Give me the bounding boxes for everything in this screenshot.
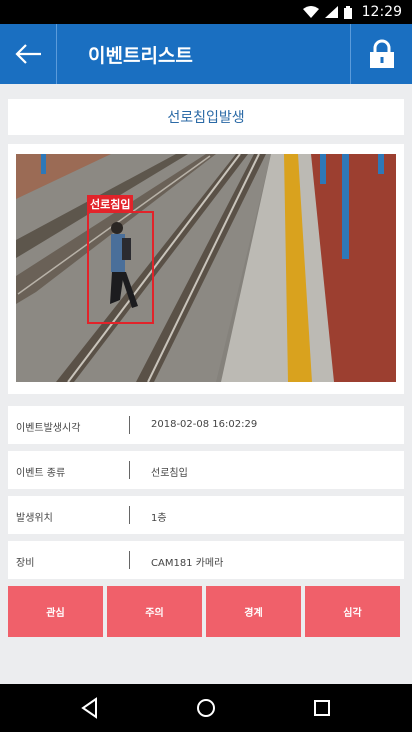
info-row-location: 발생위치 1층 [8, 496, 404, 534]
lock-button[interactable] [350, 24, 412, 84]
arrow-left-icon [15, 44, 41, 64]
info-row-device: 장비 CAM181 카메라 [8, 541, 404, 579]
level-serious-button[interactable]: 심각 [305, 586, 400, 637]
info-value: 2018-02-08 16:02:29 [151, 419, 258, 430]
info-row-time: 이벤트발생시각 2018-02-08 16:02:29 [8, 406, 404, 444]
app-bar: 이벤트리스트 [0, 24, 412, 84]
divider [129, 416, 130, 434]
level-alert-button[interactable]: 경계 [206, 586, 301, 637]
detection-label: 선로침입 [87, 195, 134, 213]
system-nav-bar [0, 684, 412, 732]
divider [129, 506, 130, 524]
level-caution-button[interactable]: 주의 [107, 586, 202, 637]
status-icons [303, 5, 352, 19]
battery-icon [344, 5, 352, 19]
info-row-type: 이벤트 종류 선로침입 [8, 451, 404, 489]
level-buttons: 관심 주의 경계 심각 [8, 586, 400, 637]
info-value: CAM181 카메라 [151, 558, 224, 569]
event-type-header: 선로침입발생 [8, 99, 404, 135]
info-label: 이벤트발생시각 [16, 423, 81, 434]
recents-square-icon[interactable] [310, 696, 334, 720]
divider [129, 461, 130, 479]
signal-icon [325, 6, 338, 18]
event-type-title: 선로침입발생 [167, 110, 245, 126]
level-interest-button[interactable]: 관심 [8, 586, 103, 637]
back-button[interactable] [0, 24, 57, 84]
detection-box [87, 211, 154, 324]
info-label: 장비 [16, 558, 35, 569]
info-label: 발생위치 [16, 513, 53, 524]
lock-icon [369, 39, 394, 68]
home-circle-icon[interactable] [194, 696, 218, 720]
back-triangle-icon[interactable] [78, 696, 102, 720]
info-label: 이벤트 종류 [16, 468, 66, 479]
railway-scene [16, 154, 396, 382]
info-value: 1층 [151, 513, 167, 524]
event-snapshot[interactable]: 선로침입 [16, 154, 396, 382]
wifi-icon [303, 6, 319, 18]
page-title: 이벤트리스트 [88, 45, 193, 67]
divider [129, 551, 130, 569]
status-time: 12:29 [361, 4, 402, 20]
event-image-card: 선로침입 [8, 144, 404, 394]
status-bar: 12:29 [0, 0, 412, 24]
info-value: 선로침입 [151, 468, 188, 479]
